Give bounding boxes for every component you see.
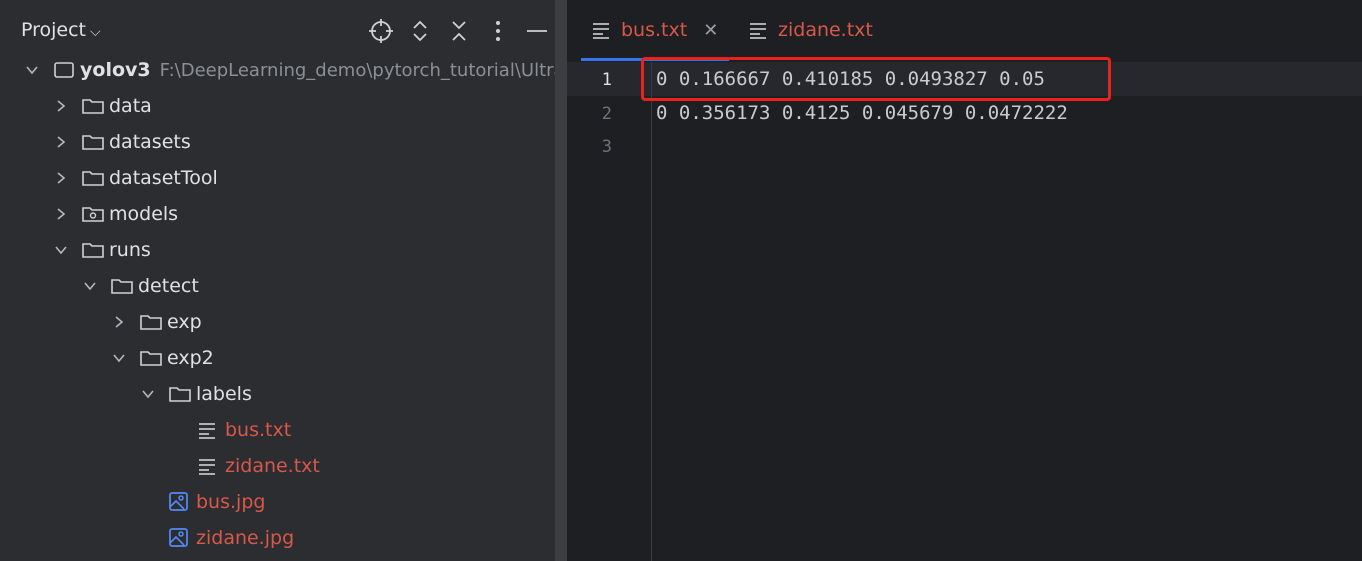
- tree-item-detect[interactable]: detect: [82, 268, 199, 304]
- chevron-right-icon: [57, 136, 66, 148]
- editor-tabs: bus.txt ✕ zidane.txt: [567, 0, 1362, 62]
- hide-panel-icon[interactable]: [524, 18, 550, 44]
- tree-item-path: F:\DeepLearning_demo\pytorch_tutorial\Ul…: [159, 59, 555, 81]
- expand-all-icon[interactable]: [407, 18, 433, 44]
- text-file-icon: [199, 423, 215, 439]
- project-title: Project: [21, 19, 87, 41]
- tab-label: bus.txt: [621, 19, 688, 41]
- line-number: 2: [601, 104, 612, 124]
- chevron-right-icon: [57, 208, 66, 220]
- tree-item-label: exp2: [167, 347, 214, 369]
- tree-item-exp[interactable]: exp: [111, 304, 202, 340]
- tree-item-label: datasetTool: [109, 167, 218, 189]
- tree-item-label: runs: [109, 239, 151, 261]
- folder-icon: [82, 135, 104, 150]
- folder-icon: [82, 243, 104, 258]
- tab-bus-txt[interactable]: bus.txt ✕: [591, 19, 718, 41]
- locate-icon[interactable]: [368, 18, 394, 44]
- chevron-down-icon: [26, 66, 38, 75]
- chevron-down-icon: [142, 390, 154, 399]
- chevron-right-icon: [57, 172, 66, 184]
- image-file-icon: [169, 528, 188, 547]
- image-file-icon: [169, 492, 188, 511]
- tree-item-label: models: [109, 203, 179, 225]
- more-options-icon[interactable]: [485, 18, 511, 44]
- text-file-icon: [593, 23, 609, 39]
- project-view-selector[interactable]: Project ⌵: [21, 19, 101, 41]
- tree-item-models[interactable]: models: [53, 196, 178, 232]
- tree-item-yolov3[interactable]: yolov3 F:\DeepLearning_demo\pytorch_tuto…: [24, 52, 555, 88]
- chevron-down-icon: ⌵: [90, 24, 101, 40]
- tree-item-label: datasets: [109, 131, 191, 153]
- tree-item-zidane-txt[interactable]: zidane.txt: [197, 448, 320, 484]
- tree-item-label: zidane.jpg: [196, 527, 295, 549]
- annotation-highlight-box: [641, 57, 1111, 101]
- package-folder-icon: [82, 207, 104, 222]
- folder-icon: [140, 351, 162, 366]
- project-panel: Project ⌵ yolov3 F:\DeepLearning_demo\py…: [0, 0, 555, 561]
- tree-item-datasettool[interactable]: datasetTool: [53, 160, 218, 196]
- tree-item-labels[interactable]: labels: [140, 376, 252, 412]
- tree-item-data[interactable]: data: [53, 88, 152, 124]
- tree-item-exp2[interactable]: exp2: [111, 340, 214, 376]
- tree-item-label: labels: [196, 383, 252, 405]
- folder-icon: [82, 171, 104, 186]
- module-folder-icon: [54, 62, 74, 78]
- tree-item-label: zidane.txt: [225, 455, 320, 477]
- collapse-all-icon[interactable]: [446, 18, 472, 44]
- tree-item-label: bus.jpg: [196, 491, 266, 513]
- chevron-right-icon: [57, 100, 66, 112]
- tree-item-label: data: [109, 95, 152, 117]
- chevron-right-icon: [115, 316, 124, 328]
- tree-item-label: yolov3: [80, 59, 151, 81]
- line-number: 1: [601, 70, 612, 90]
- tree-item-bus-txt[interactable]: bus.txt: [197, 412, 291, 448]
- chevron-down-icon: [113, 354, 125, 363]
- tree-item-label: detect: [138, 275, 199, 297]
- tab-zidane-txt[interactable]: zidane.txt: [748, 19, 873, 41]
- text-file-icon: [199, 459, 215, 475]
- chevron-down-icon: [84, 282, 96, 291]
- folder-icon: [111, 279, 133, 294]
- tree-item-zidane-jpg[interactable]: zidane.jpg: [168, 520, 294, 556]
- tree-item-datasets[interactable]: datasets: [53, 124, 191, 160]
- tab-label: zidane.txt: [778, 19, 873, 41]
- project-panel-scrollbar[interactable]: [555, 0, 567, 561]
- folder-icon: [82, 99, 104, 114]
- tree-item-bus-jpg[interactable]: bus.jpg: [168, 484, 265, 520]
- tree-item-label: exp: [167, 311, 202, 333]
- tree-item-label: bus.txt: [225, 419, 292, 441]
- tree-item-runs[interactable]: runs: [53, 232, 151, 268]
- chevron-down-icon: [55, 246, 67, 255]
- code-line[interactable]: 0 0.356173 0.4125 0.045679 0.0472222: [656, 102, 1068, 124]
- close-icon[interactable]: ✕: [703, 20, 718, 41]
- text-file-icon: [750, 23, 766, 39]
- line-number-gutter: 1 2 3: [567, 62, 652, 561]
- folder-icon: [169, 387, 191, 402]
- folder-icon: [140, 315, 162, 330]
- line-number: 3: [601, 137, 612, 157]
